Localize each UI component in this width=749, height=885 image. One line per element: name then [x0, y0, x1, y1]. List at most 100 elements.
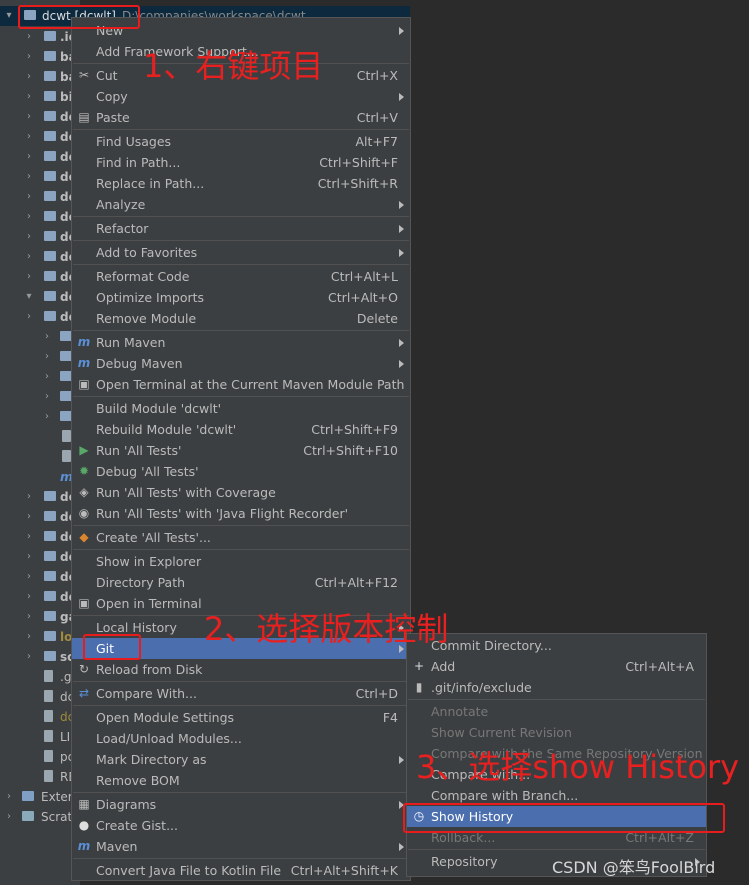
tree-item[interactable]: .g	[0, 667, 80, 687]
menu-item-replace-in-path[interactable]: Replace in Path... Ctrl+Shift+R	[72, 173, 410, 194]
tree-item[interactable]: › dc	[0, 227, 80, 247]
chevron-right-icon[interactable]: ›	[24, 267, 34, 287]
tree-item[interactable]: › dc	[0, 127, 80, 147]
menu-item-load-unload-modules[interactable]: Load/Unload Modules...	[72, 728, 410, 749]
menu-item-paste[interactable]: ▤ Paste Ctrl+V	[72, 107, 410, 128]
menu-item-remove-bom[interactable]: Remove BOM	[72, 770, 410, 791]
menu-item-mark-directory-as[interactable]: Mark Directory as	[72, 749, 410, 770]
chevron-right-icon[interactable]: ›	[42, 387, 52, 407]
menu-item-git-info-exclude[interactable]: ▮ .git/info/exclude	[407, 677, 706, 698]
chevron-right-icon[interactable]: ›	[24, 567, 34, 587]
tree-sub-item[interactable]: ›	[0, 387, 80, 407]
chevron-right-icon[interactable]: ›	[24, 547, 34, 567]
chevron-down-icon[interactable]: ▾	[4, 6, 14, 26]
chevron-right-icon[interactable]: ›	[42, 327, 52, 347]
tree-item[interactable]: LI	[0, 727, 80, 747]
menu-item-optimize-imports[interactable]: Optimize Imports Ctrl+Alt+O	[72, 287, 410, 308]
chevron-right-icon[interactable]: ›	[42, 407, 52, 427]
chevron-right-icon[interactable]: ›	[24, 47, 34, 67]
tree-maven-item[interactable]: m	[0, 467, 80, 487]
tree-item[interactable]: dc	[0, 687, 80, 707]
menu-item-find-in-path[interactable]: Find in Path... Ctrl+Shift+F	[72, 152, 410, 173]
chevron-right-icon[interactable]: ›	[24, 207, 34, 227]
tree-sub-item[interactable]: ›	[0, 407, 80, 427]
tree-item[interactable]: › ga	[0, 607, 80, 627]
menu-item-find-usages[interactable]: Find Usages Alt+F7	[72, 131, 410, 152]
tree-item[interactable]: › .ic	[0, 27, 80, 47]
menu-item-convert-java-file-to-kotlin-file[interactable]: Convert Java File to Kotlin File Ctrl+Alt…	[72, 860, 410, 881]
chevron-right-icon[interactable]: ›	[24, 587, 34, 607]
tree-item[interactable]: › dc	[0, 547, 80, 567]
tree-item[interactable]: › dc	[0, 207, 80, 227]
chevron-right-icon[interactable]: ›	[24, 147, 34, 167]
chevron-right-icon[interactable]: ›	[24, 487, 34, 507]
tree-item-external-libraries[interactable]: › Exter	[0, 787, 80, 807]
tree-item[interactable]: › dc	[0, 527, 80, 547]
tree-sub-item[interactable]: ›	[0, 327, 80, 347]
chevron-right-icon[interactable]: ›	[24, 307, 34, 327]
chevron-right-icon[interactable]: ›	[24, 527, 34, 547]
chevron-right-icon[interactable]: ›	[24, 607, 34, 627]
tree-item[interactable]: › sc	[0, 647, 80, 667]
chevron-right-icon[interactable]: ›	[24, 87, 34, 107]
menu-item-debug-maven[interactable]: m Debug Maven	[72, 353, 410, 374]
chevron-right-icon[interactable]: ›	[4, 787, 14, 807]
menu-item-run-maven[interactable]: m Run Maven	[72, 332, 410, 353]
tree-item[interactable]: › dc	[0, 487, 80, 507]
menu-item-remove-module[interactable]: Remove Module Delete	[72, 308, 410, 329]
tree-item[interactable]: ▾ dc	[0, 287, 80, 307]
chevron-right-icon[interactable]: ›	[24, 167, 34, 187]
menu-item-rebuild-module-dcwlt[interactable]: Rebuild Module 'dcwlt' Ctrl+Shift+F9	[72, 419, 410, 440]
menu-item-reformat-code[interactable]: Reformat Code Ctrl+Alt+L	[72, 266, 410, 287]
chevron-right-icon[interactable]: ›	[24, 127, 34, 147]
chevron-right-icon[interactable]: ›	[24, 67, 34, 87]
chevron-right-icon[interactable]: ›	[24, 227, 34, 247]
menu-item-show-current-revision[interactable]: Show Current Revision	[407, 722, 706, 743]
chevron-right-icon[interactable]: ›	[24, 187, 34, 207]
chevron-right-icon[interactable]: ›	[42, 347, 52, 367]
menu-item-add[interactable]: + Add Ctrl+Alt+A	[407, 656, 706, 677]
tree-item[interactable]: › dc	[0, 167, 80, 187]
chevron-right-icon[interactable]: ›	[24, 247, 34, 267]
menu-item-create-all-tests[interactable]: ◆ Create 'All Tests'...	[72, 527, 410, 548]
menu-item-open-module-settings[interactable]: Open Module Settings F4	[72, 707, 410, 728]
tree-file-item[interactable]	[0, 447, 80, 467]
menu-item-debug-all-tests[interactable]: ✹ Debug 'All Tests'	[72, 461, 410, 482]
menu-item-annotate[interactable]: Annotate	[407, 701, 706, 722]
menu-item-open-terminal-at-the-current-maven-module-path[interactable]: ▣ Open Terminal at the Current Maven Modu…	[72, 374, 410, 395]
tree-item[interactable]: › ba	[0, 67, 80, 87]
menu-item-refactor[interactable]: Refactor	[72, 218, 410, 239]
tree-item[interactable]: › dc	[0, 587, 80, 607]
menu-item-add-to-favorites[interactable]: Add to Favorites	[72, 242, 410, 263]
tree-item[interactable]: › bi	[0, 87, 80, 107]
chevron-right-icon[interactable]: ›	[24, 27, 34, 47]
tree-item[interactable]: › dc	[0, 567, 80, 587]
tree-item[interactable]: › lo	[0, 627, 80, 647]
chevron-right-icon[interactable]: ›	[24, 107, 34, 127]
menu-item-commit-directory[interactable]: Commit Directory...	[407, 635, 706, 656]
tree-item[interactable]: › dc	[0, 307, 80, 327]
tree-item[interactable]: › dc	[0, 147, 80, 167]
tree-item[interactable]: › dc	[0, 107, 80, 127]
tree-item[interactable]: › dc	[0, 187, 80, 207]
menu-item-run-all-tests-with-java-flight-recorder[interactable]: ◉ Run 'All Tests' with 'Java Flight Recor…	[72, 503, 410, 524]
menu-item-create-gist[interactable]: ● Create Gist...	[72, 815, 410, 836]
menu-item-run-all-tests-with-coverage[interactable]: ◈ Run 'All Tests' with Coverage	[72, 482, 410, 503]
tree-item[interactable]: › dc	[0, 247, 80, 267]
menu-item-directory-path[interactable]: Directory Path Ctrl+Alt+F12	[72, 572, 410, 593]
tree-item[interactable]: › ba	[0, 47, 80, 67]
chevron-right-icon[interactable]: ›	[4, 807, 14, 827]
tree-file-item[interactable]	[0, 427, 80, 447]
menu-item-diagrams[interactable]: ▦ Diagrams	[72, 794, 410, 815]
tree-item[interactable]: pc	[0, 747, 80, 767]
menu-item-show-in-explorer[interactable]: Show in Explorer	[72, 551, 410, 572]
menu-item-run-all-tests[interactable]: ▶ Run 'All Tests' Ctrl+Shift+F10	[72, 440, 410, 461]
menu-item-compare-with[interactable]: ⇄ Compare With... Ctrl+D	[72, 683, 410, 704]
chevron-right-icon[interactable]: ›	[24, 647, 34, 667]
chevron-right-icon[interactable]: ›	[42, 367, 52, 387]
tree-item[interactable]: RE	[0, 767, 80, 787]
tree-sub-item[interactable]: ›	[0, 347, 80, 367]
chevron-right-icon[interactable]: ›	[24, 507, 34, 527]
menu-item-copy[interactable]: Copy	[72, 86, 410, 107]
tree-item[interactable]: › dc	[0, 507, 80, 527]
